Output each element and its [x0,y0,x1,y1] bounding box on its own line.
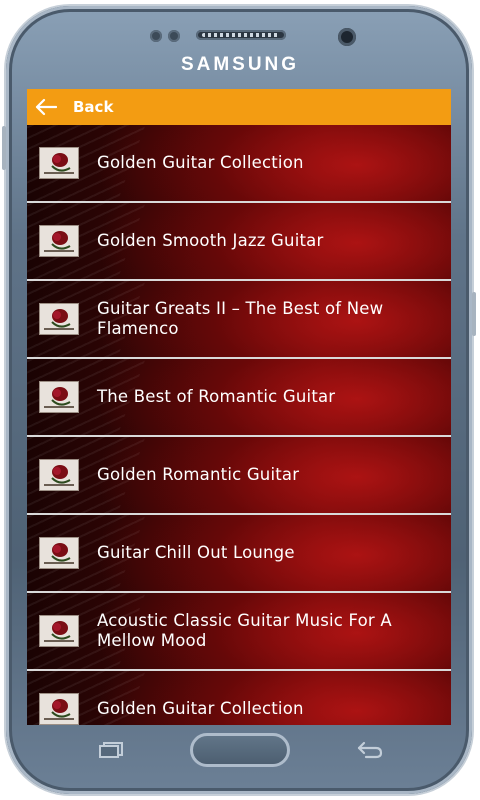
album-title: The Best of Romantic Guitar [97,387,336,406]
earpiece-speaker [196,30,286,40]
rose-thumbnail-icon [39,693,79,725]
rose-thumbnail-icon [39,537,79,569]
list-item[interactable]: Golden Smooth Jazz Guitar [27,203,451,281]
arrow-left-icon[interactable] [35,98,57,116]
album-title: Golden Guitar Collection [97,699,304,718]
app-bar: Back [27,89,451,125]
rose-thumbnail-icon [39,147,79,179]
back-button[interactable]: Back [73,98,113,116]
light-sensor [168,30,180,42]
rose-thumbnail-icon [39,459,79,491]
proximity-sensor [150,30,162,42]
rose-thumbnail-icon [39,615,79,647]
home-button[interactable] [190,733,290,767]
list-item[interactable]: Guitar Chill Out Lounge [27,515,451,593]
front-camera [338,28,356,46]
album-title: Guitar Greats II – The Best of New Flame… [97,299,384,338]
album-title: Guitar Chill Out Lounge [97,543,295,562]
album-title: Acoustic Classic Guitar Music For A Mell… [97,611,392,650]
rose-thumbnail-icon [39,381,79,413]
app-screen: Back Golden Guitar Collection Golden Smo… [27,89,451,725]
album-list: Golden Guitar Collection Golden Smooth J… [27,125,451,725]
power-button [472,292,476,336]
list-item[interactable]: The Best of Romantic Guitar [27,359,451,437]
nav-back-icon[interactable] [356,740,384,760]
list-item[interactable]: Guitar Greats II – The Best of New Flame… [27,281,451,359]
list-item[interactable]: Golden Guitar Collection [27,125,451,203]
list-item[interactable]: Acoustic Classic Guitar Music For A Mell… [27,593,451,671]
rose-thumbnail-icon [39,225,79,257]
rose-thumbnail-icon [39,303,79,335]
recents-icon[interactable] [98,742,124,758]
volume-button [2,126,6,170]
list-item[interactable]: Golden Romantic Guitar [27,437,451,515]
album-title: Golden Smooth Jazz Guitar [97,231,324,250]
album-title: Golden Romantic Guitar [97,465,300,484]
list-item[interactable]: Golden Guitar Collection [27,671,451,725]
album-title: Golden Guitar Collection [97,153,304,172]
brand-logo: SAMSUNG [180,54,300,75]
